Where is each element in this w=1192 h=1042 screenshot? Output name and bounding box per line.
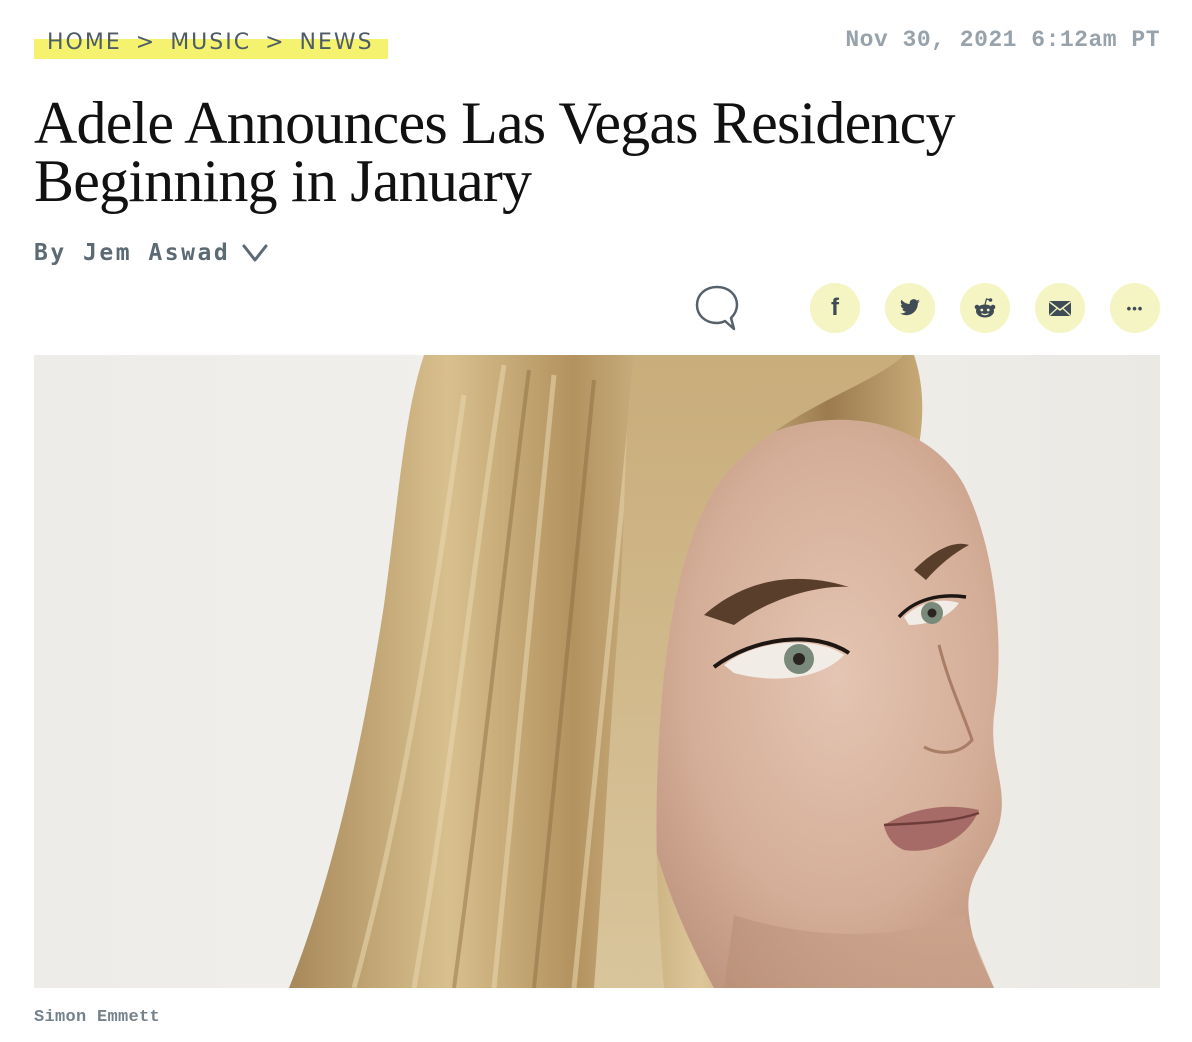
reddit-share-button[interactable] bbox=[960, 283, 1010, 333]
breadcrumb-separator: > bbox=[265, 29, 286, 55]
chevron-down-icon[interactable] bbox=[242, 242, 268, 264]
more-icon: ••• bbox=[1126, 300, 1144, 316]
headline-line-1: Adele Announces Las Vegas Residency bbox=[34, 90, 955, 156]
photo-credit: Simon Emmett bbox=[34, 1008, 161, 1027]
breadcrumb: HOME > MUSIC > NEWS bbox=[34, 24, 388, 60]
comment-icon[interactable] bbox=[693, 283, 741, 333]
email-share-button[interactable] bbox=[1035, 283, 1085, 333]
twitter-icon bbox=[900, 299, 920, 316]
share-bar: f ••• bbox=[693, 283, 1160, 333]
publish-date: Nov 30, 2021 6:12am PT bbox=[845, 27, 1160, 53]
byline[interactable]: By Jem Aswad bbox=[34, 240, 268, 266]
facebook-icon: f bbox=[831, 294, 839, 321]
breadcrumb-music-link[interactable]: MUSIC bbox=[170, 30, 251, 55]
facebook-share-button[interactable]: f bbox=[810, 283, 860, 333]
headline-line-2: Beginning in January bbox=[34, 148, 532, 214]
reddit-icon bbox=[974, 298, 996, 318]
breadcrumb-home-link[interactable]: HOME bbox=[47, 30, 122, 55]
twitter-share-button[interactable] bbox=[885, 283, 935, 333]
email-icon bbox=[1049, 300, 1071, 316]
breadcrumb-separator: > bbox=[135, 29, 157, 55]
more-share-button[interactable]: ••• bbox=[1110, 283, 1160, 333]
article-hero-image bbox=[34, 355, 1160, 988]
breadcrumb-news-link[interactable]: NEWS bbox=[300, 30, 374, 55]
article-headline: Adele Announces Las Vegas Residency Begi… bbox=[34, 93, 1154, 211]
byline-author[interactable]: By Jem Aswad bbox=[34, 240, 230, 266]
